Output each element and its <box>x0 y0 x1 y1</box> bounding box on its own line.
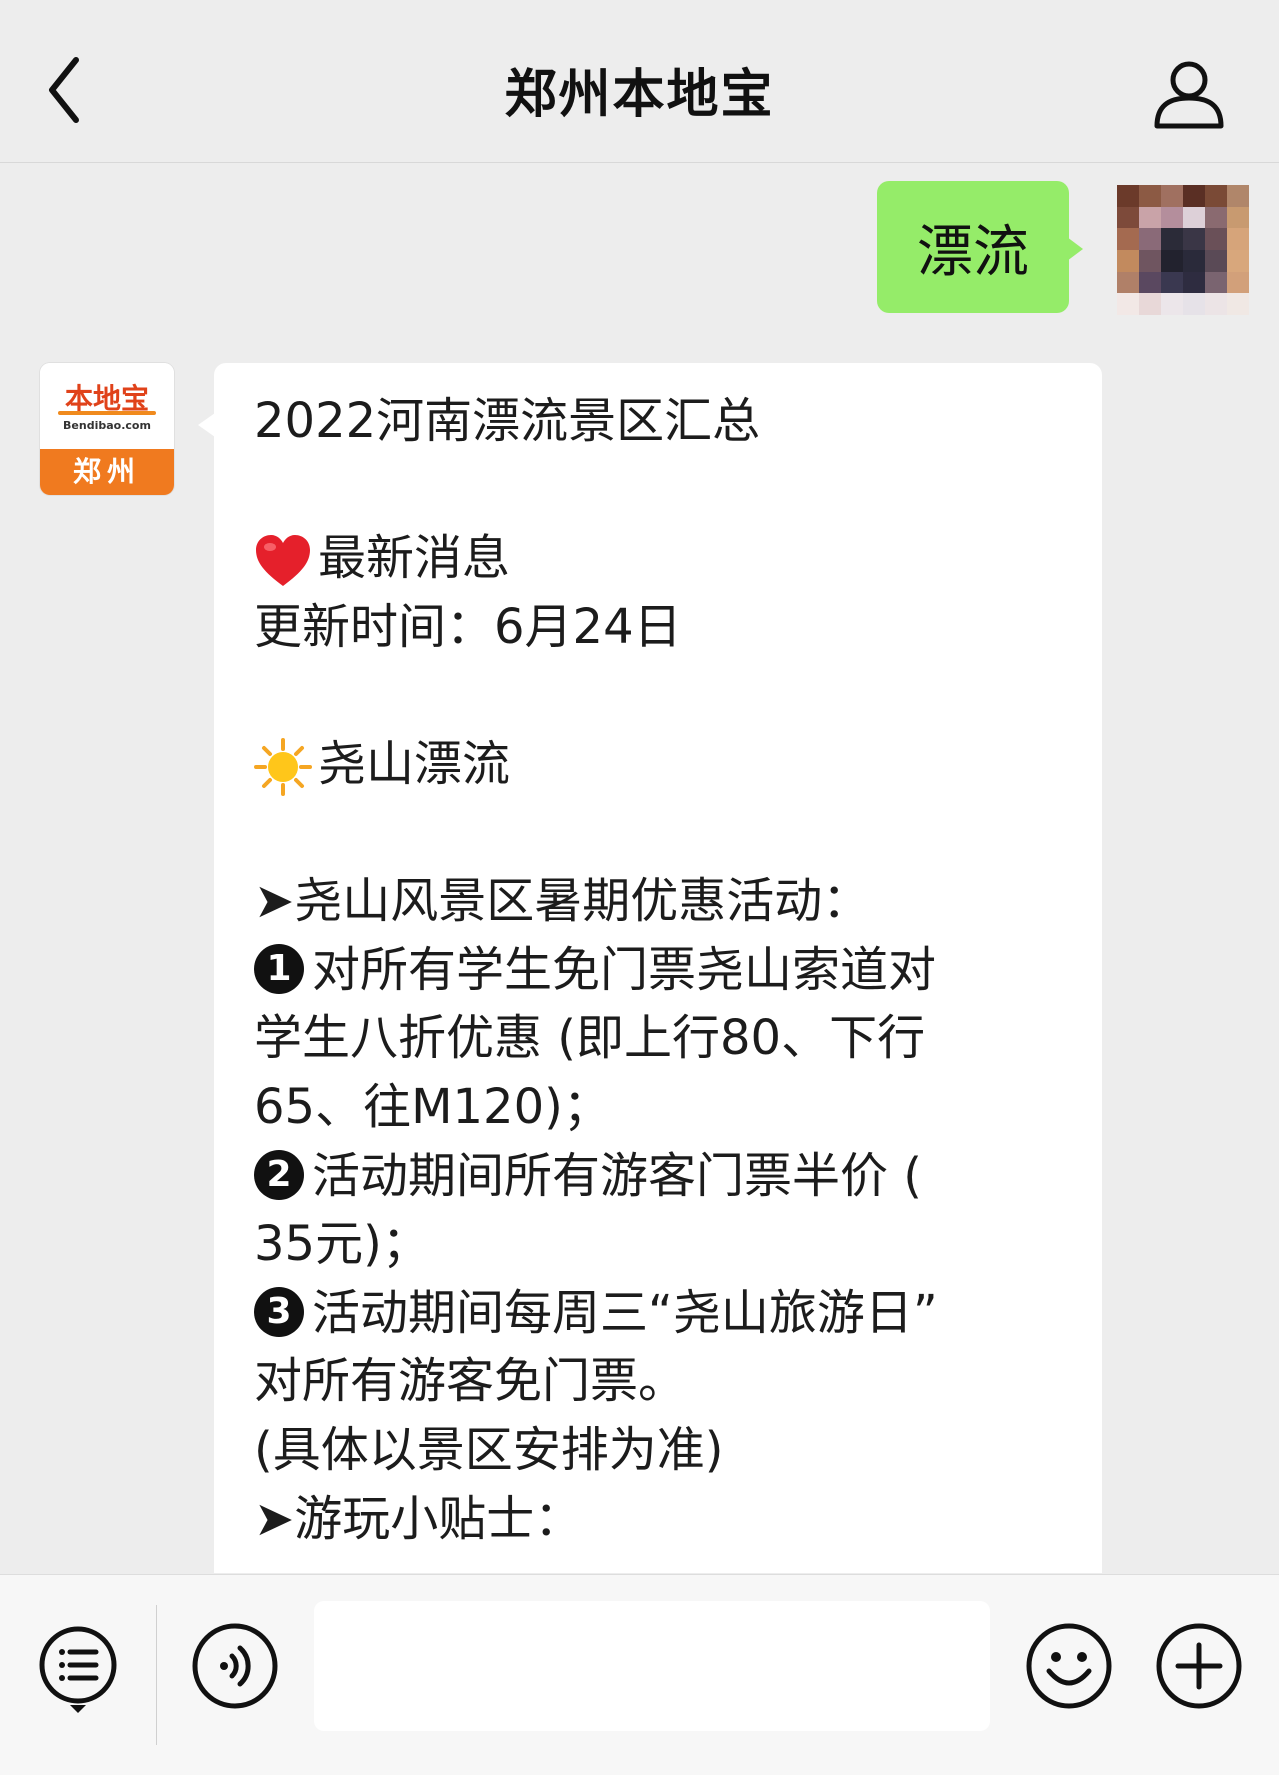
promo-item-2-text: 活动期间所有游客门票半价 ( <box>312 1147 922 1204</box>
chat-messages[interactable]: 漂流 本地宝 Bendibao.com 郑州 2022河南漂流景区汇总 最新消息… <box>0 163 1279 1573</box>
promo-item-3: 3 活动期间每周三“尧山旅游日” <box>254 1279 1072 1348</box>
logo-city-text: 郑州 <box>40 449 174 495</box>
logo-swoosh <box>58 411 156 415</box>
logo-domain-text: Bendibao.com <box>63 419 151 432</box>
promo-item-1: 1 对所有学生免门票尧山索道对 <box>254 936 1072 1005</box>
number-badge-2: 2 <box>254 1149 304 1200</box>
person-icon <box>1154 61 1224 129</box>
incoming-bubble[interactable]: 2022河南漂流景区汇总 最新消息 更新时间：6月24日 尧山漂流 ➤尧山风景区… <box>198 363 1102 1573</box>
promo-item-2-cont: 35元)； <box>254 1216 430 1273</box>
heart-icon <box>256 535 310 587</box>
more-button[interactable] <box>1154 1621 1244 1711</box>
outgoing-bubble[interactable]: 漂流 <box>877 181 1083 313</box>
smiley-icon <box>1026 1623 1112 1709</box>
chat-title: 郑州本地宝 <box>504 65 775 125</box>
latest-news-line: 最新消息 <box>254 524 1072 593</box>
menu-button[interactable] <box>38 1625 122 1717</box>
outgoing-message: 漂流 <box>829 173 1249 315</box>
message-title: 2022河南漂流景区汇总 <box>254 393 761 449</box>
section-heading-line: 尧山漂流 <box>254 730 1072 799</box>
promo-item-2: 2 活动期间所有游客门票半价 ( <box>254 1142 1072 1211</box>
promo-heading: ➤尧山风景区暑期优惠活动： <box>254 873 871 930</box>
tips-heading: ➤游玩小贴士： <box>254 1490 583 1547</box>
section-heading-text: 尧山漂流 <box>318 735 511 792</box>
promo-item-1-cont: 学生八折优惠 (即上行80、下行 <box>254 1010 926 1067</box>
logo-top: 本地宝 Bendibao.com <box>40 363 174 449</box>
input-divider <box>156 1605 157 1745</box>
promo-item-1-cont2: 65、往M120)； <box>254 1078 611 1135</box>
emoji-button[interactable] <box>1024 1621 1114 1711</box>
account-avatar[interactable]: 本地宝 Bendibao.com 郑州 <box>40 363 174 495</box>
sun-icon <box>254 737 312 796</box>
outgoing-text: 漂流 <box>917 219 1029 285</box>
promo-item-1-text: 对所有学生免门票尧山索道对 <box>312 941 937 998</box>
voice-button[interactable] <box>190 1621 280 1711</box>
promo-item-3-cont: 对所有游客免门票。 <box>254 1353 687 1410</box>
number-badge-3: 3 <box>254 1286 304 1337</box>
voice-icon <box>192 1623 278 1709</box>
list-menu-icon <box>39 1626 117 1713</box>
plus-icon <box>1156 1623 1242 1709</box>
message-input[interactable] <box>314 1601 990 1731</box>
user-avatar[interactable] <box>1117 185 1249 315</box>
input-bar <box>0 1574 1279 1775</box>
number-badge-1: 1 <box>254 943 304 994</box>
update-time-line: 更新时间：6月24日 <box>254 598 682 655</box>
chat-header: 郑州本地宝 <box>0 0 1279 163</box>
latest-news-text: 最新消息 <box>318 530 511 587</box>
profile-button[interactable] <box>1149 56 1229 132</box>
promo-note: (具体以景区安排为准) <box>254 1421 724 1478</box>
promo-item-3-text: 活动期间每周三“尧山旅游日” <box>312 1284 938 1341</box>
message-body: 2022河南漂流景区汇总 最新消息 更新时间：6月24日 尧山漂流 ➤尧山风景区… <box>254 387 1072 1553</box>
